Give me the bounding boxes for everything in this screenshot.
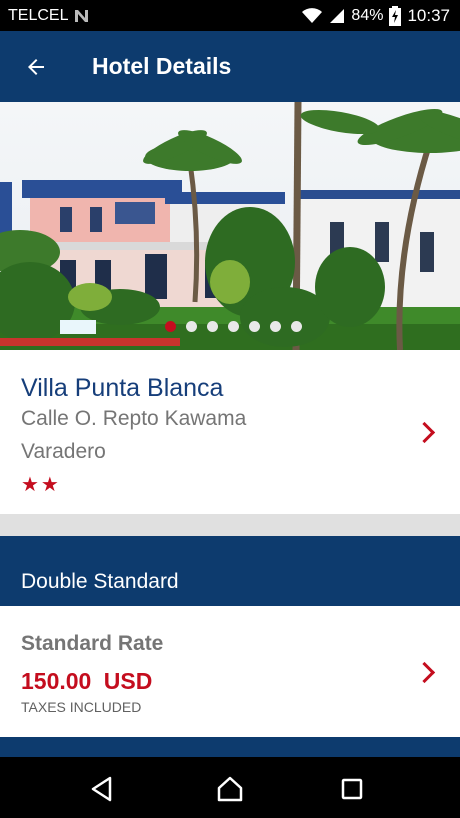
nav-recents-button[interactable] <box>322 769 382 809</box>
taxes-note: TAXES INCLUDED <box>21 699 142 715</box>
carousel-dots <box>0 321 460 332</box>
hotel-name: Villa Punta Blanca <box>21 374 224 402</box>
square-recents-icon <box>341 778 363 800</box>
carousel-dot[interactable] <box>248 321 260 332</box>
battery-charging-icon <box>389 5 402 26</box>
rate-card[interactable]: Standard Rate 150.00 USD TAXES INCLUDED <box>0 607 460 737</box>
page-title: Hotel Details <box>92 53 232 79</box>
carousel-dot[interactable] <box>227 321 239 332</box>
next-section-header <box>0 737 460 757</box>
arrow-left-icon <box>24 55 48 79</box>
home-icon <box>216 776 244 802</box>
chevron-right-icon[interactable] <box>413 421 436 444</box>
carousel-dot[interactable] <box>206 321 218 332</box>
network-n-icon <box>74 9 90 23</box>
section-divider <box>0 514 460 536</box>
clock: 10:37 <box>407 5 450 25</box>
carousel-dot-active[interactable] <box>164 321 176 332</box>
carrier-label: TELCEL <box>8 6 69 24</box>
carousel-dot[interactable] <box>185 321 197 332</box>
room-type-label: Double Standard <box>21 570 179 593</box>
wifi-icon <box>301 7 323 24</box>
rate-price: 150.00 USD <box>21 668 153 694</box>
hotel-star-rating: ★★ <box>21 474 61 496</box>
hotel-address-line1: Calle O. Repto Kawama <box>21 407 247 430</box>
carousel-dot[interactable] <box>269 321 281 332</box>
system-navigation-bar <box>0 757 460 818</box>
nav-back-button[interactable] <box>72 769 132 809</box>
battery-percent: 84% <box>351 6 384 24</box>
back-button[interactable] <box>0 31 72 102</box>
rate-title: Standard Rate <box>21 632 164 655</box>
nav-home-button[interactable] <box>200 769 260 809</box>
carousel-dot[interactable] <box>290 321 302 332</box>
hotel-address-line2: Varadero <box>21 440 106 463</box>
room-type-header: Double Standard <box>0 536 460 606</box>
hotel-image-carousel[interactable] <box>0 102 460 350</box>
status-bar: TELCEL 84% 10:37 <box>0 0 460 31</box>
signal-icon <box>329 8 345 24</box>
triangle-back-icon <box>90 776 114 802</box>
chevron-right-icon[interactable] <box>413 661 436 684</box>
hotel-info-card[interactable]: Villa Punta Blanca Calle O. Repto Kawama… <box>0 350 460 514</box>
hotel-photo <box>0 102 460 350</box>
app-bar: Hotel Details <box>0 31 460 102</box>
